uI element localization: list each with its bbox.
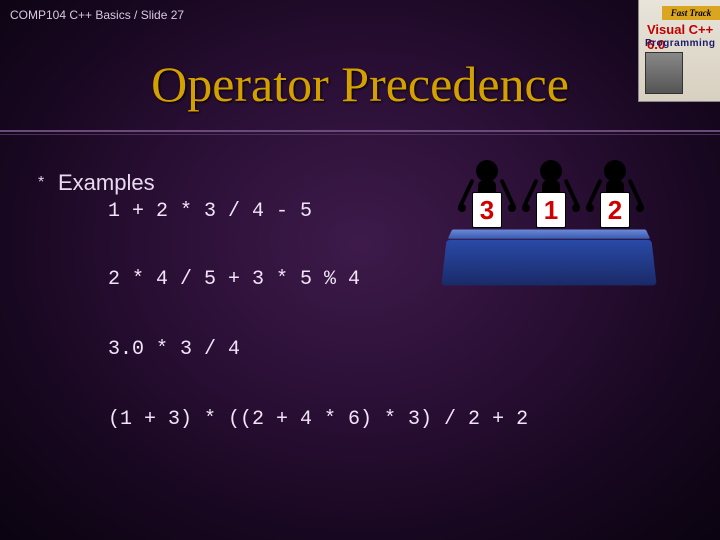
bullet-icon: * xyxy=(38,174,44,192)
score-card-1: 3 xyxy=(472,192,502,228)
title-rule-shadow xyxy=(0,134,720,135)
book-title-line2: Programming xyxy=(645,38,716,49)
podium-front xyxy=(441,240,656,286)
example-2: 2 * 4 / 5 + 3 * 5 % 4 xyxy=(108,268,360,291)
judges-illustration: 3 1 2 xyxy=(444,156,654,286)
book-banner: Fast Track xyxy=(662,6,720,20)
example-4: (1 + 3) * ((2 + 4 * 6) * 3) / 2 + 2 xyxy=(108,408,528,431)
judge-3: 2 xyxy=(588,160,642,234)
judge-2: 1 xyxy=(524,160,578,234)
bullet-label: Examples xyxy=(58,170,155,196)
judge-1: 3 xyxy=(460,160,514,234)
slide-title: Operator Precedence xyxy=(0,55,720,113)
example-3: 3.0 * 3 / 4 xyxy=(108,338,240,361)
score-card-2: 1 xyxy=(536,192,566,228)
book-cover: Fast Track Visual C++ 6.0 Programming xyxy=(638,0,720,102)
example-1: 1 + 2 * 3 / 4 - 5 xyxy=(108,200,312,223)
podium-top xyxy=(448,230,650,239)
book-photo xyxy=(645,52,683,94)
title-rule xyxy=(0,130,720,132)
score-card-3: 2 xyxy=(600,192,630,228)
slide-header: COMP104 C++ Basics / Slide 27 xyxy=(10,8,184,22)
